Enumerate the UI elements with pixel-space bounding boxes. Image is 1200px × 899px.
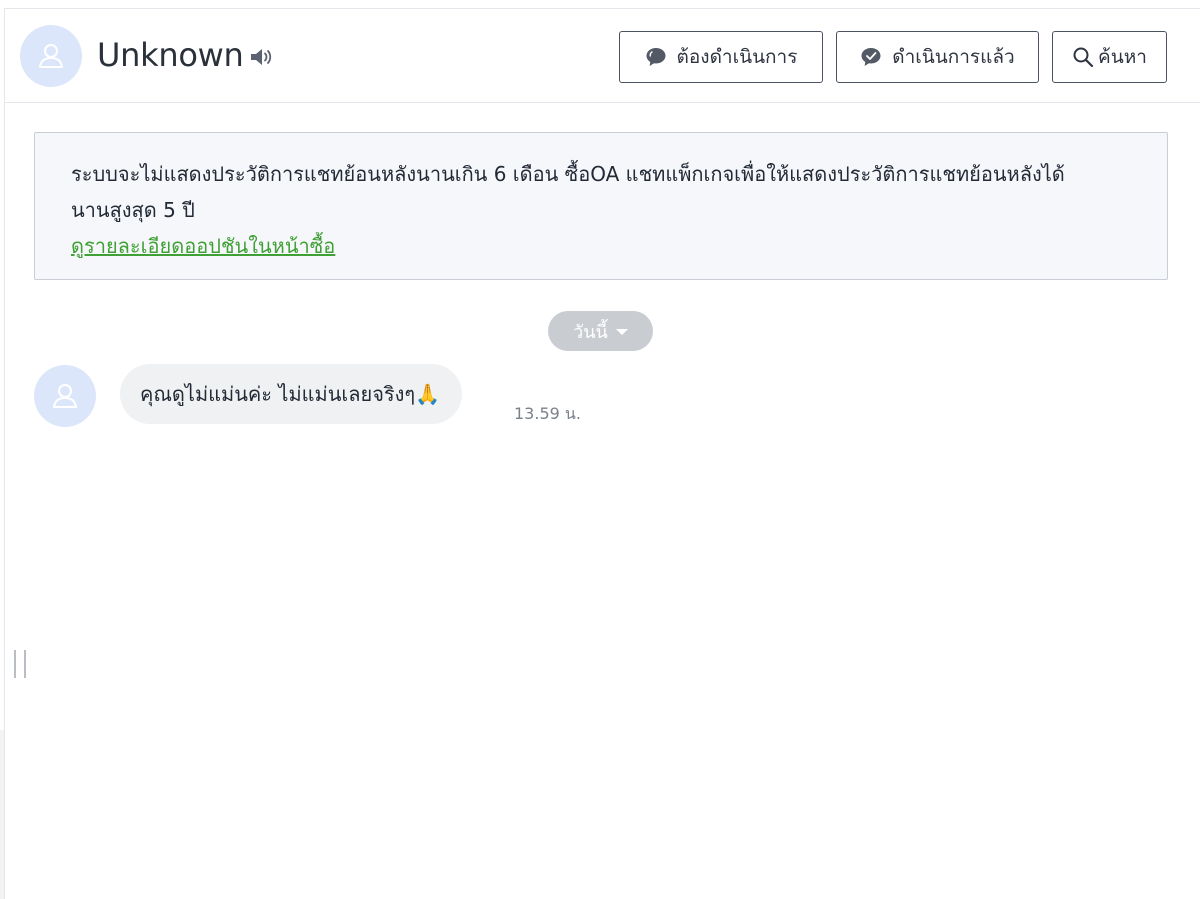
needs-action-button[interactable]: ต้องดำเนินการ <box>619 31 823 83</box>
contact-avatar[interactable] <box>20 25 82 87</box>
needs-action-label: ต้องดำเนินการ <box>676 46 798 68</box>
search-button[interactable]: ค้นหา <box>1052 31 1167 83</box>
search-label: ค้นหา <box>1098 46 1147 68</box>
caret-down-icon <box>615 329 628 335</box>
panel-resize-handle[interactable] <box>14 650 26 678</box>
chat-header: Unknown ต้องดำเนินการ ดำเนินการแล้ว ค้นห… <box>5 9 1200 103</box>
chat-check-icon <box>861 48 881 66</box>
history-notice-banner: ระบบจะไม่แสดงประวัติการแชทย้อนหลังนานเกิ… <box>34 132 1168 280</box>
notice-text-line2: นานสูงสุด 5 ปี <box>71 198 195 222</box>
search-icon <box>1073 47 1094 68</box>
message-timestamp: 13.59 น. <box>514 404 581 423</box>
user-icon <box>39 44 63 68</box>
user-icon <box>53 384 77 408</box>
speaker-icon[interactable] <box>249 46 275 68</box>
date-separator-dropdown[interactable]: วันนี้ <box>548 311 653 351</box>
message-sender-avatar[interactable] <box>34 365 96 427</box>
done-label: ดำเนินการแล้ว <box>892 46 1015 68</box>
contact-name: Unknown <box>97 36 244 74</box>
message-text: คุณดูไม่แม่นค่ะ ไม่แม่นเลยจริงๆ🙏 <box>140 382 441 406</box>
date-separator-label: วันนี้ <box>573 321 608 343</box>
chat-panel: Unknown ต้องดำเนินการ ดำเนินการแล้ว ค้นห… <box>4 8 1200 899</box>
message-bubble[interactable]: คุณดูไม่แม่นค่ะ ไม่แม่นเลยจริงๆ🙏 <box>120 364 463 424</box>
done-button[interactable]: ดำเนินการแล้ว <box>836 31 1039 83</box>
chat-bubble-icon <box>646 48 666 66</box>
purchase-options-link[interactable]: ดูรายละเอียดออปชันในหน้าซื้อ <box>71 228 335 264</box>
notice-text-line1: ระบบจะไม่แสดงประวัติการแชทย้อนหลังนานเกิ… <box>71 162 1065 186</box>
